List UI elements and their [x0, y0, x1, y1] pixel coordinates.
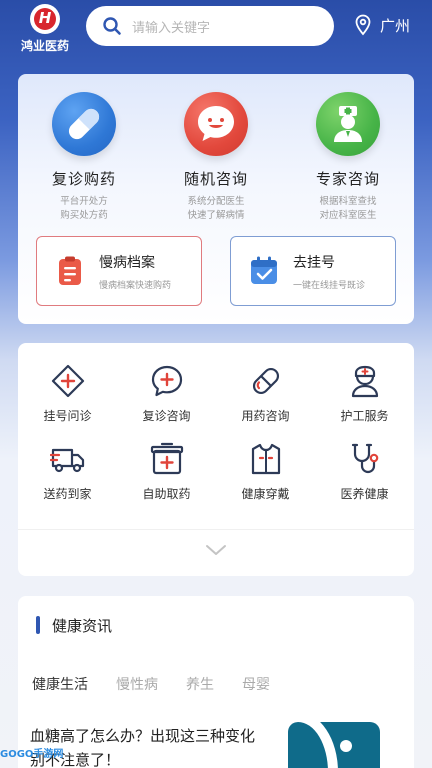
- register-button[interactable]: 去挂号 一键在线挂号既诊: [230, 236, 396, 306]
- grid-label: 送药到家: [43, 487, 92, 501]
- service-grid-card: 挂号问诊 复诊咨询 用药咨询 护工服务 送药到家 自助取药 健康穿戴 医养健康: [18, 343, 414, 576]
- grid-item-nursing[interactable]: 护工服务: [315, 363, 414, 424]
- grid-label: 医养健康: [340, 487, 389, 501]
- stethoscope-icon: [351, 443, 378, 474]
- watermark-text: GOGO手游网: [0, 748, 64, 760]
- grid-item-revisit[interactable]: 复诊咨询: [117, 363, 216, 424]
- location-pin-icon: [355, 14, 371, 36]
- article-thumbnail[interactable]: [288, 722, 380, 768]
- services-card: 复诊购药 平台开处方 购买处方药 随机咨询 系统分配医生 快速了解病情 专家咨询…: [18, 74, 414, 324]
- service-subtitle-line: 购买处方药: [60, 210, 108, 221]
- logo-mark: [30, 4, 60, 34]
- chronic-record-button[interactable]: 慢病档案 慢病档案快速购药: [36, 236, 202, 306]
- calendar-check-icon: [247, 254, 281, 288]
- grid-item-registration[interactable]: 挂号问诊: [18, 363, 117, 424]
- search-bar[interactable]: 请输入关键字: [86, 6, 334, 46]
- section-title: 健康资讯: [52, 617, 113, 635]
- city-selector[interactable]: 广州: [354, 14, 410, 36]
- chat-plus-icon: [151, 365, 182, 397]
- tab-chronic-disease[interactable]: 慢性病: [116, 674, 158, 694]
- search-placeholder: 请输入关键字: [132, 20, 211, 36]
- brand-logo[interactable]: 鸿业医药: [14, 4, 76, 53]
- service-revisit-purchase[interactable]: 复诊购药 平台开处方 购买处方药: [18, 92, 150, 223]
- grid-item-wellness[interactable]: 医养健康: [315, 441, 414, 502]
- chat-smile-icon: [184, 92, 248, 156]
- grid-label: 用药咨询: [241, 409, 290, 423]
- quick-subtitle: 慢病档案快速购药: [99, 280, 172, 291]
- service-subtitle-line: 平台开处方: [60, 196, 108, 207]
- service-subtitle: 系统分配医生 快速了解病情: [150, 195, 282, 223]
- service-subtitle-line: 快速了解病情: [187, 210, 245, 221]
- service-expert-consult[interactable]: 专家咨询 根据科室查找 对应科室医生: [282, 92, 414, 223]
- doctor-icon: [316, 92, 380, 156]
- quick-title: 慢病档案: [99, 254, 155, 271]
- service-random-consult[interactable]: 随机咨询 系统分配医生 快速了解病情: [150, 92, 282, 223]
- watermark: GOGO手游网: [0, 740, 110, 764]
- clothing-icon: [251, 443, 280, 475]
- grid-label: 自助取药: [142, 487, 191, 501]
- service-title: 随机咨询: [183, 170, 248, 188]
- news-tabs: 健康生活 慢性病 养生 母婴: [32, 674, 298, 698]
- pill-icon: [52, 92, 116, 156]
- header: 鸿业医药 请输入关键字 广州: [0, 0, 432, 56]
- section-accent-bar: [36, 616, 40, 634]
- grid-item-self-pickup[interactable]: 自助取药: [117, 441, 216, 502]
- city-label: 广州: [380, 16, 411, 35]
- grid-label: 健康穿戴: [241, 487, 290, 501]
- diamond-cross-icon: [51, 364, 84, 398]
- service-subtitle-line: 系统分配医生: [187, 196, 245, 207]
- capsule-icon: [252, 367, 279, 395]
- grid-label: 挂号问诊: [43, 409, 92, 423]
- tab-healthy-life[interactable]: 健康生活: [32, 674, 88, 698]
- service-subtitle-line: 根据科室查找: [319, 196, 377, 207]
- service-subtitle: 根据科室查找 对应科室医生: [282, 195, 414, 223]
- divider: [18, 529, 414, 530]
- grid-item-delivery[interactable]: 送药到家: [18, 441, 117, 502]
- service-subtitle-line: 对应科室医生: [319, 210, 377, 221]
- quick-subtitle: 一键在线挂号既诊: [293, 280, 366, 291]
- service-title: 专家咨询: [315, 170, 380, 188]
- grid-item-wearables[interactable]: 健康穿戴: [216, 441, 315, 502]
- service-title: 复诊购药: [51, 170, 116, 188]
- logo-text: 鸿业医药: [20, 39, 69, 53]
- grid-label: 护工服务: [340, 409, 389, 423]
- medicine-cabinet-icon: [150, 442, 183, 475]
- grid-label: 复诊咨询: [142, 409, 191, 423]
- nurse-icon: [351, 365, 378, 398]
- chevron-down-icon[interactable]: [204, 543, 228, 557]
- search-icon: [103, 17, 121, 35]
- quick-title: 去挂号: [293, 254, 335, 271]
- tab-mother-baby[interactable]: 母婴: [242, 674, 270, 694]
- clipboard-icon: [53, 254, 87, 288]
- grid-item-medication[interactable]: 用药咨询: [216, 363, 315, 424]
- delivery-truck-icon: [49, 448, 84, 473]
- tab-wellness[interactable]: 养生: [186, 674, 214, 694]
- service-subtitle: 平台开处方 购买处方药: [18, 195, 150, 223]
